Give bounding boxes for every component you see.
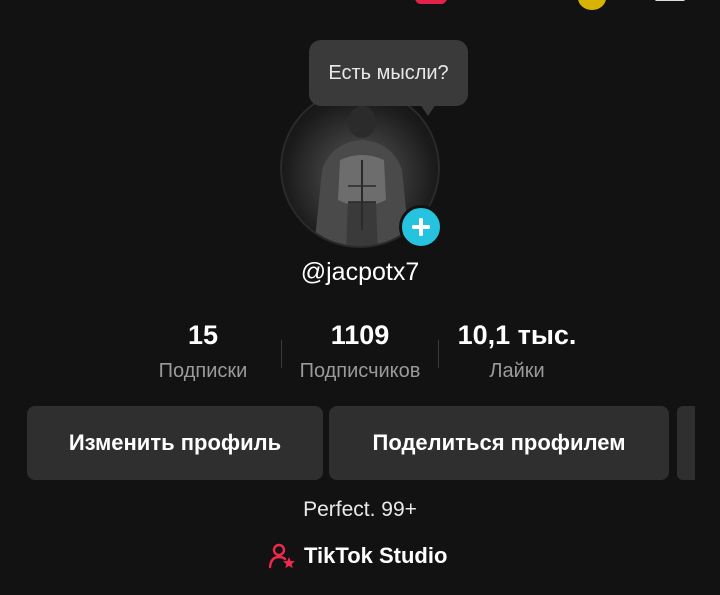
add-friends-button[interactable] xyxy=(677,406,695,480)
tooltip-text: Есть мысли? xyxy=(328,61,449,84)
inbox-badge[interactable] xyxy=(415,0,447,4)
plus-icon xyxy=(412,218,430,236)
followers-count: 1109 xyxy=(330,320,390,350)
likes-label: Лайки xyxy=(489,360,545,382)
user-star-icon xyxy=(268,543,295,569)
tooltip-tail xyxy=(420,104,436,116)
profile-bio: Perfect. 99+ xyxy=(303,498,417,521)
following-count: 15 xyxy=(187,320,219,350)
username: @jacpotx7 xyxy=(300,258,420,286)
emoji-icon[interactable] xyxy=(578,0,606,10)
followers-label: Подписчиков xyxy=(299,360,421,382)
menu-icon[interactable] xyxy=(655,0,685,1)
share-profile-button[interactable]: Поделиться профилем xyxy=(329,406,669,480)
following-label: Подписки xyxy=(158,360,248,382)
stat-likes[interactable]: 10,1 тыс. Лайки xyxy=(446,318,588,383)
share-profile-label: Поделиться профилем xyxy=(372,430,626,455)
tiktok-studio-link[interactable]: TikTok Studio xyxy=(268,540,447,572)
stat-divider xyxy=(438,340,439,368)
add-story-button[interactable] xyxy=(399,205,443,249)
likes-count: 10,1 тыс. xyxy=(457,320,577,350)
tiktok-studio-label: TikTok Studio xyxy=(304,543,448,568)
edit-profile-label: Изменить профиль xyxy=(68,430,282,455)
thoughts-tooltip[interactable]: Есть мысли? xyxy=(309,40,468,106)
stat-divider xyxy=(281,340,282,368)
stat-followers[interactable]: 1109 Подписчиков xyxy=(284,318,436,383)
stat-following[interactable]: 15 Подписки xyxy=(148,318,258,383)
edit-profile-button[interactable]: Изменить профиль xyxy=(27,406,323,480)
status-bar-remnant xyxy=(0,0,720,12)
